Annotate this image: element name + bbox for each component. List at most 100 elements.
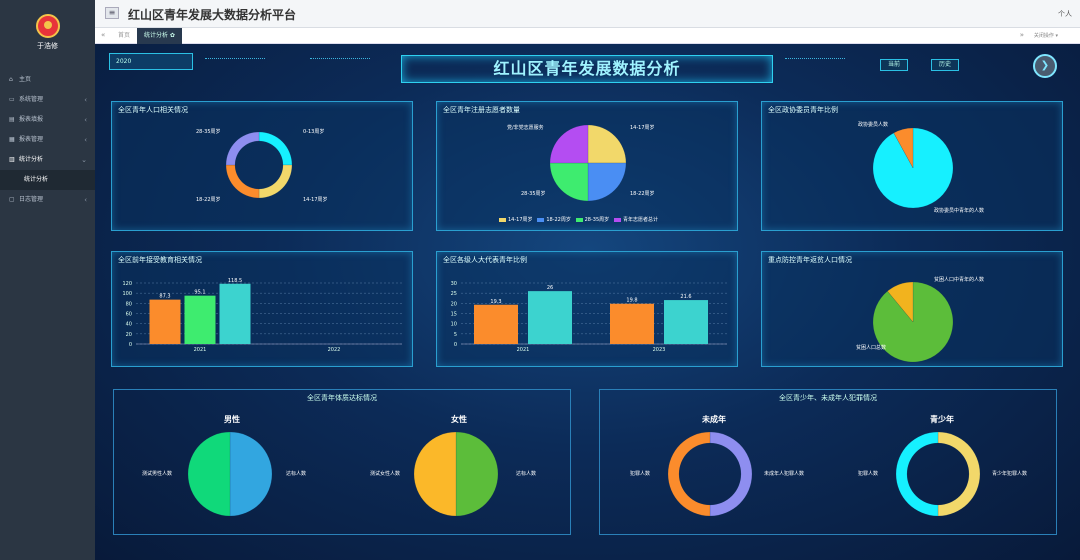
chevron-left-icon: ‹	[84, 96, 87, 104]
current-button[interactable]: 当前	[880, 59, 908, 71]
sidebar-subitem-statistics[interactable]: 统计分析	[0, 170, 95, 190]
bar	[528, 291, 572, 344]
user-name: 于浩修	[37, 42, 58, 50]
label-cppcc-youth: 政协委员中青年的人数	[934, 208, 985, 214]
sidebar-item-label: 系统管理	[19, 96, 44, 103]
user-menu[interactable]: 个人	[1058, 9, 1072, 19]
menu-toggle-icon[interactable]: ≡	[105, 7, 119, 19]
sidebar-item-system[interactable]: ▭ 系统管理 ‹	[0, 90, 95, 110]
top-bar: ≡ 红山区青年发展大数据分析平台 个人	[95, 0, 1080, 28]
label-female-tested: 测试女性人数	[370, 471, 401, 477]
history-button[interactable]: 历史	[931, 59, 959, 71]
pie-chart-poverty	[872, 281, 954, 363]
data-label: 19.3	[490, 299, 501, 305]
chevron-left-icon: ‹	[84, 116, 87, 124]
pie-slice	[709, 431, 753, 517]
section-fitness: 全区青年体质达标情况 男性 女性 测试男性人数 达标人数 测试女性人数 达标人数	[113, 389, 571, 535]
y-tick-label: 100	[122, 291, 132, 297]
sidebar-item-report-fill[interactable]: ▤ 报表填报 ‹	[0, 110, 95, 130]
chevron-left-icon: ‹	[84, 136, 87, 144]
y-tick-label: 60	[126, 312, 132, 318]
label-cppcc-members: 政协委员人数	[858, 122, 889, 128]
panel-cppcc: 全区政协委员青年比例 政协委员人数 政协委员中青年的人数	[761, 101, 1063, 231]
donut-chart-population	[225, 131, 293, 199]
label-party: 党/非党志愿服务	[507, 125, 544, 131]
y-tick-label: 120	[122, 281, 132, 287]
decor-line	[785, 58, 845, 60]
label-youth-offenders: 青少年犯罪人数	[992, 471, 1028, 477]
data-label: 26	[547, 285, 553, 291]
sidebar: 于浩修 ⌂ 主页 ▭ 系统管理 ‹ ▤ 报表填报 ‹ ▦ 报表管理 ‹ ▥ 统计分析 ⌄ 统计分析…	[0, 0, 95, 560]
panel-population: 全区青年人口相关情况 28-35周岁 0-13周岁 18-22周岁 14-17周…	[111, 101, 413, 231]
pie-slice	[937, 431, 981, 517]
sidebar-item-label: 主页	[19, 76, 32, 83]
home-icon: ⌂	[9, 76, 13, 83]
pie-slice	[229, 431, 273, 517]
label-poor-total: 贫困人口总数	[856, 345, 887, 351]
legend-item: 28-35周岁	[584, 217, 610, 223]
label-14-17: 14-17周岁	[630, 125, 655, 131]
y-tick-label: 80	[126, 301, 132, 307]
pie-slice	[455, 431, 499, 517]
sidebar-item-home[interactable]: ⌂ 主页	[0, 70, 95, 90]
pie-slice	[549, 124, 589, 164]
legend-swatch	[575, 217, 583, 222]
pie-slice	[895, 431, 939, 517]
data-label: 118.5	[228, 278, 242, 284]
label-0-13: 0-13周岁	[303, 129, 325, 135]
y-tick-label: 25	[451, 291, 457, 297]
label-28-35: 28-35周岁	[196, 129, 221, 135]
decor-line	[310, 58, 370, 60]
data-label: 87.3	[159, 294, 170, 300]
tab-statistics[interactable]: 统计分析 ✿	[137, 28, 182, 44]
x-tick-label: 2021	[194, 347, 207, 353]
label-male-tested: 测试男性人数	[142, 471, 173, 477]
tab-prev-icon[interactable]: «	[101, 31, 105, 39]
sidebar-item-label: 报表填报	[19, 116, 44, 123]
next-arrow-button[interactable]: ❯	[1033, 54, 1057, 78]
x-tick-label: 2023	[653, 347, 666, 353]
y-tick-label: 0	[129, 342, 132, 348]
label-minor-offenders: 未成年人犯罪人数	[764, 471, 805, 477]
sidebar-item-report-manage[interactable]: ▦ 报表管理 ‹	[0, 130, 95, 150]
x-tick-label: 2022	[328, 347, 341, 353]
sidebar-item-statistics[interactable]: ▥ 统计分析 ⌄	[0, 150, 95, 170]
pie-slice	[225, 164, 260, 199]
y-tick-label: 10	[451, 322, 457, 328]
monitor-icon: ▭	[9, 96, 15, 103]
label-14-17: 14-17周岁	[303, 197, 328, 203]
pie-slice	[187, 431, 231, 517]
close-operations-dropdown[interactable]: 关闭操作 ▾	[1034, 28, 1058, 44]
tab-home[interactable]: 首页	[111, 28, 137, 44]
panel-volunteers: 全区青年注册志愿者数量 党/非党志愿服务 14-17周岁 18-22周岁 28-…	[436, 101, 738, 231]
logo-area: 于浩修	[0, 0, 95, 64]
label-male-passed: 达标人数	[286, 471, 307, 477]
legend-item: 青年志愿者总计	[622, 217, 658, 223]
pie-slice	[587, 124, 627, 164]
y-tick-label: 20	[451, 301, 457, 307]
pie-slice	[587, 162, 627, 202]
x-tick-label: 2021	[517, 347, 530, 353]
sidebar-item-logs[interactable]: ▢ 日志管理 ‹	[0, 190, 95, 210]
y-tick-label: 0	[454, 342, 457, 348]
tab-bar: « 首页 统计分析 ✿ » 关闭操作 ▾	[95, 28, 1080, 44]
bar	[610, 303, 654, 344]
pie-slice	[413, 431, 457, 517]
sidebar-item-label: 报表管理	[19, 136, 44, 143]
year-select[interactable]: 2020	[109, 53, 193, 70]
sidebar-menu: ⌂ 主页 ▭ 系统管理 ‹ ▤ 报表填报 ‹ ▦ 报表管理 ‹ ▥ 统计分析 ⌄ 统计分析 ▢ 日志…	[0, 70, 95, 210]
label-poor-youth: 贫困人口中青年的人数	[934, 277, 985, 283]
legend-swatch	[537, 217, 545, 222]
pie-slice	[258, 164, 293, 199]
chevron-left-icon: ‹	[84, 196, 87, 204]
tab-next-icon[interactable]: »	[1020, 31, 1024, 39]
y-tick-label: 30	[451, 281, 457, 287]
log-icon: ▢	[9, 196, 15, 203]
bar	[474, 304, 518, 344]
bar	[664, 300, 708, 344]
pie-chart-cppcc	[872, 127, 954, 209]
label-18-22: 18-22周岁	[630, 191, 655, 197]
pie-slice	[225, 131, 260, 166]
y-tick-label: 5	[454, 332, 457, 338]
panel-npc: 全区各级人大代表青年比例 0 5 10 15 20 25 30 2021 19.3 26 2023 1…	[436, 251, 738, 367]
